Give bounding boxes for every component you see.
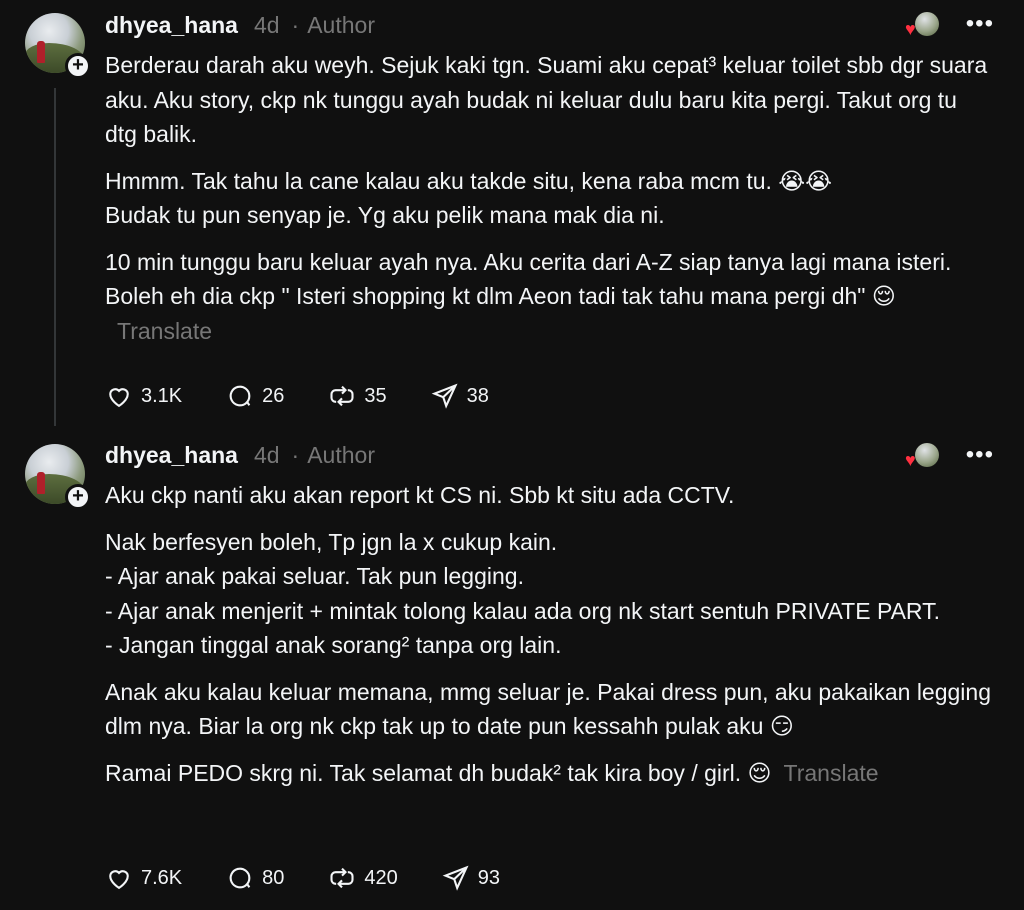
timestamp: 4d (253, 442, 280, 468)
author-badge: Author (307, 12, 375, 38)
repost-icon (330, 385, 354, 407)
liked-by-author-icon: ♥ (905, 12, 939, 38)
repost-button[interactable]: 420 (328, 864, 398, 892)
repost-count: 420 (364, 866, 398, 889)
post-paragraph: Berderau darah aku weyh. Sejuk kaki tgn.… (105, 52, 988, 147)
post-paragraph: Ramai PEDO skrg ni. Tak selamat dh budak… (105, 759, 879, 786)
share-count: 38 (466, 384, 489, 407)
send-icon (431, 383, 458, 409)
like-button[interactable]: 3.1K (105, 382, 182, 410)
comment-count: 26 (262, 384, 285, 407)
send-icon (442, 865, 469, 891)
more-dots-icon[interactable]: ••• (966, 10, 994, 38)
separator: · (291, 12, 300, 38)
post-2: + dhyea_hana 4d · Author ♥ ••• Aku ckp n… (0, 430, 1024, 910)
translate-link[interactable]: Translate (117, 318, 212, 344)
post-paragraph: Aku ckp nanti aku akan report kt CS ni. … (105, 482, 735, 508)
follow-plus-icon[interactable]: + (65, 53, 91, 79)
avatar[interactable]: + (25, 444, 91, 510)
post-header: dhyea_hana 4d · Author (105, 12, 375, 42)
post-body: Berderau darah aku weyh. Sejuk kaki tgn.… (105, 48, 995, 360)
like-count: 3.1K (141, 384, 183, 407)
comment-button[interactable]: 80 (226, 864, 284, 892)
comment-count: 80 (262, 866, 285, 889)
post-header: dhyea_hana 4d · Author (105, 442, 375, 472)
follow-plus-icon[interactable]: + (65, 484, 91, 510)
like-count: 7.6K (141, 866, 183, 889)
more-dots-icon[interactable]: ••• (966, 441, 994, 469)
action-bar: 7.6K 80 420 93 (105, 863, 544, 893)
post-body: Aku ckp nanti aku akan report kt CS ni. … (105, 478, 995, 802)
username[interactable]: dhyea_hana (105, 12, 238, 39)
username[interactable]: dhyea_hana (105, 442, 238, 469)
like-button[interactable]: 7.6K (105, 864, 182, 892)
post-paragraph: Anak aku kalau keluar memana, mmg seluar… (105, 678, 991, 740)
post-1: + dhyea_hana 4d · Author ♥ ••• Berderau … (0, 0, 1024, 430)
action-bar: 3.1K 26 35 38 (105, 381, 533, 411)
post-paragraph: 10 min tunggu baru keluar ayah nya. Aku … (105, 248, 952, 344)
avatar[interactable]: + (25, 13, 91, 79)
liked-by-author-icon: ♥ (905, 443, 939, 469)
thread-line (54, 88, 56, 426)
repost-button[interactable]: 35 (328, 382, 387, 410)
heart-outline-icon (109, 870, 129, 890)
repost-count: 35 (364, 384, 387, 407)
comment-bubble-icon (229, 385, 251, 407)
author-badge: Author (307, 442, 375, 468)
separator: · (291, 442, 300, 468)
share-button[interactable]: 38 (431, 382, 489, 410)
share-button[interactable]: 93 (442, 864, 500, 892)
translate-link[interactable]: Translate (784, 760, 879, 786)
comment-bubble-icon (229, 867, 251, 889)
post-paragraph: Hmmm. Tak tahu la cane kalau aku takde s… (105, 167, 833, 229)
heart-outline-icon (109, 388, 129, 408)
post-paragraph: Nak berfesyen boleh, Tp jgn la x cukup k… (105, 528, 941, 659)
timestamp: 4d (253, 12, 280, 38)
repost-icon (330, 867, 354, 889)
share-count: 93 (477, 866, 501, 889)
comment-button[interactable]: 26 (226, 382, 284, 410)
